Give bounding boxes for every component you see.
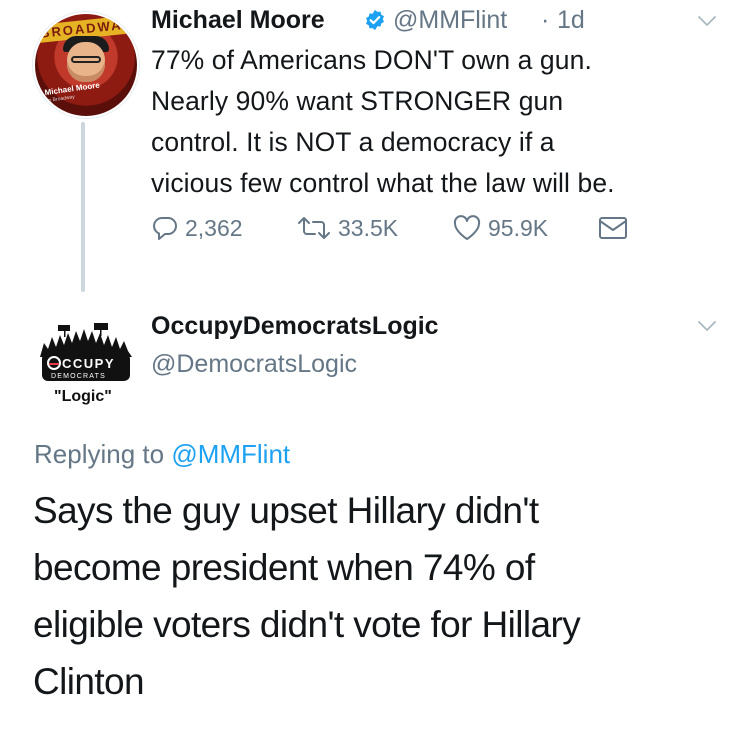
reply-count: 2,362 (185, 214, 243, 241)
replying-mention-link[interactable]: @MMFlint (171, 439, 290, 469)
occupy-democrats-logic-avatar[interactable]: CCUPY DEMOCRATS "Logic" (34, 315, 138, 405)
chevron-down-icon[interactable] (697, 316, 717, 336)
reply-text-line: eligible voters didn't vote for Hillary (33, 604, 581, 645)
tweet-text-line: Nearly 90% want STRONGER gun (151, 86, 564, 116)
avatar-glasses (71, 56, 101, 63)
tweet-text-line: control. It is NOT a democracy if a (151, 127, 555, 157)
reply-text-line: become president when 74% of (33, 547, 535, 588)
tweet-text: 77% of Americans DON'T own a gun. Nearly… (151, 40, 736, 204)
author-name[interactable]: Michael Moore (151, 3, 325, 37)
like-count: 95.9K (488, 214, 549, 241)
envelope-icon (599, 217, 627, 239)
reply-tweet-text: Says the guy upset Hillary didn't become… (33, 482, 743, 710)
reply-button[interactable]: 2,362 (151, 214, 243, 242)
logo-tag: "Logic" (54, 388, 112, 405)
chevron-down-icon[interactable] (697, 11, 717, 31)
logo-subtext: DEMOCRATS (51, 373, 106, 380)
heart-icon (453, 215, 481, 240)
direct-message-button[interactable] (597, 214, 635, 242)
author-handle[interactable]: @MMFlint (393, 3, 507, 37)
tweet-text-line: vicious few control what the law will be… (151, 168, 615, 198)
separator-dot: · (541, 6, 550, 34)
retweet-icon (298, 217, 330, 239)
verified-badge-icon (366, 9, 384, 31)
retweet-button[interactable]: 33.5K (296, 214, 398, 242)
avatar-caption: Michael Moore on Broadway (44, 80, 106, 106)
protest-crowd-icon (40, 323, 132, 357)
replying-to: Replying to @MMFlint (34, 436, 290, 472)
reply-text-line: Says the guy upset Hillary didn't (33, 490, 539, 531)
author-handle[interactable]: @DemocratsLogic (151, 345, 357, 383)
reply-text-line: Clinton (33, 661, 145, 702)
retweet-count: 33.5K (338, 214, 399, 241)
michael-moore-avatar[interactable]: BROADWAY Michael Moore on Broadway (33, 12, 139, 118)
logo-text: CCUPY (62, 356, 115, 371)
thread-line (81, 122, 85, 292)
author-name[interactable]: OccupyDemocratsLogic (151, 307, 439, 345)
like-button[interactable]: 95.9K (452, 214, 548, 242)
replying-prefix: Replying to (34, 439, 165, 469)
tweet-timestamp[interactable]: 1d (557, 3, 585, 37)
tweet-text-line: 77% of Americans DON'T own a gun. (151, 45, 592, 75)
reply-icon (153, 217, 177, 240)
